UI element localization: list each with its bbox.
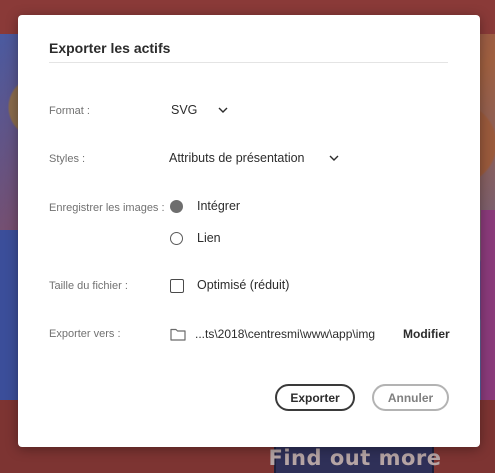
- link-radio[interactable]: [170, 232, 183, 245]
- styles-dropdown[interactable]: Attributs de présentation: [169, 151, 340, 165]
- optimized-checkbox-label[interactable]: Optimisé (réduit): [197, 278, 289, 292]
- modify-button[interactable]: Modifier: [403, 327, 450, 341]
- export-path: ...ts\2018\centresmi\www\app\img: [195, 327, 376, 341]
- chevron-down-icon: [218, 107, 228, 113]
- format-value: SVG: [171, 103, 198, 117]
- format-label: Format :: [49, 105, 90, 117]
- background-right-stripe: [481, 210, 495, 400]
- embed-radio-label[interactable]: Intégrer: [197, 199, 240, 213]
- export-assets-dialog: Exporter les actifs Format : SVG Styles …: [18, 15, 480, 447]
- background-cta-text: Find out more: [268, 446, 442, 470]
- embed-radio[interactable]: [170, 200, 183, 213]
- cancel-button[interactable]: Annuler: [372, 384, 449, 411]
- styles-label: Styles :: [49, 153, 86, 165]
- link-radio-label[interactable]: Lien: [197, 231, 221, 245]
- export-button[interactable]: Exporter: [275, 384, 355, 411]
- background-left-stripe: [0, 230, 18, 400]
- folder-icon: [170, 328, 186, 341]
- format-dropdown[interactable]: SVG: [171, 103, 229, 117]
- file-size-label: Taille du fichier :: [49, 280, 128, 292]
- chevron-down-icon: [329, 155, 338, 161]
- title-divider: [49, 62, 448, 63]
- dialog-title: Exporter les actifs: [49, 40, 171, 56]
- styles-value: Attributs de présentation: [169, 151, 305, 165]
- save-images-label: Enregistrer les images :: [49, 202, 165, 214]
- optimized-checkbox[interactable]: [170, 279, 184, 293]
- export-to-label: Exporter vers :: [49, 328, 121, 340]
